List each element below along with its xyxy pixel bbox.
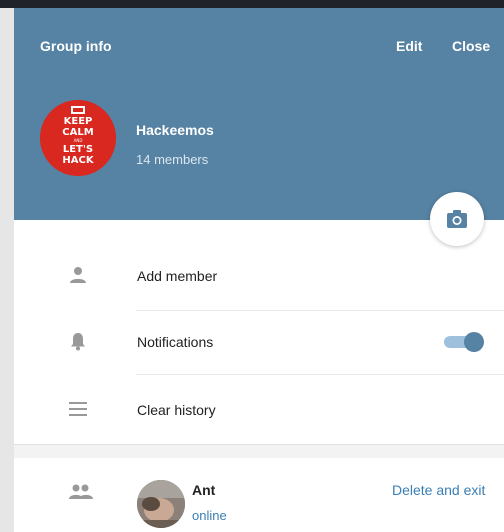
member-avatar[interactable]	[137, 480, 185, 528]
logo-line-4: LET'S	[63, 144, 93, 155]
change-photo-button[interactable]	[430, 192, 484, 246]
logo-line-5: HACK	[62, 155, 94, 166]
group-members-count: 14 members	[136, 152, 209, 167]
menu-lines-icon	[69, 402, 87, 416]
people-icon	[69, 484, 93, 499]
logo-line-1: KEEP	[64, 116, 93, 127]
delete-and-exit-link[interactable]: Delete and exit	[392, 482, 485, 498]
camera-icon	[447, 210, 467, 228]
group-name: Hackeemos	[136, 122, 214, 138]
logo-line-3: AND	[74, 138, 83, 143]
group-avatar[interactable]: KEEP CALM AND LET'S HACK	[40, 100, 116, 176]
add-member-row[interactable]: Add member	[14, 244, 504, 306]
clear-history-label: Clear history	[137, 402, 216, 418]
close-button[interactable]: Close	[452, 38, 490, 54]
add-member-label: Add member	[137, 268, 218, 284]
member-status: online	[192, 508, 227, 523]
member-name[interactable]: Ant	[192, 482, 215, 498]
notifications-row[interactable]: Notifications	[14, 310, 504, 372]
group-info-panel: Group info Edit Close KEEP CALM AND LET'…	[14, 8, 504, 532]
group-info-header: Group info Edit Close KEEP CALM AND LET'…	[14, 8, 504, 220]
toggle-knob	[464, 332, 484, 352]
logo-line-2: CALM	[62, 127, 93, 138]
notifications-label: Notifications	[137, 334, 214, 350]
notifications-toggle[interactable]	[444, 332, 484, 352]
left-edge-backdrop	[0, 8, 14, 532]
panel-title: Group info	[40, 38, 112, 54]
edit-button[interactable]: Edit	[396, 38, 422, 54]
person-icon	[70, 267, 86, 283]
window-top-bar	[0, 0, 504, 8]
row-divider	[136, 374, 504, 375]
member-photo	[137, 480, 185, 528]
section-divider	[14, 444, 504, 458]
bell-icon	[71, 333, 85, 351]
clear-history-row[interactable]: Clear history	[14, 378, 504, 440]
keep-calm-logo: KEEP CALM AND LET'S HACK	[40, 100, 116, 176]
